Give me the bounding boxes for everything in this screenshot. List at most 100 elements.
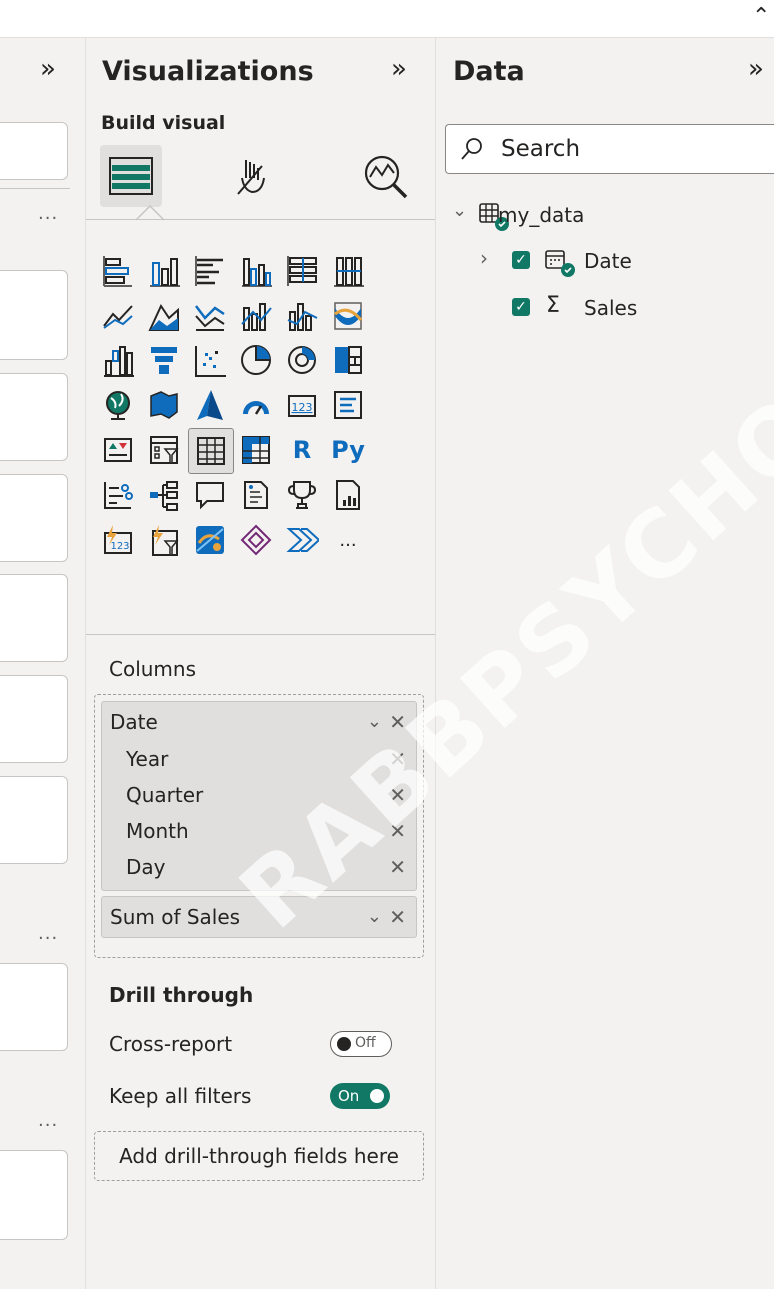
100-stacked-column-chart-icon[interactable] <box>328 250 368 290</box>
kpi-icon[interactable] <box>98 430 138 470</box>
svg-text:123: 123 <box>110 541 129 552</box>
arcgis-map-icon[interactable] <box>190 520 230 560</box>
power-automate-icon[interactable] <box>282 520 322 560</box>
clustered-bar-chart-icon[interactable] <box>190 250 230 290</box>
cross-report-toggle[interactable]: Off <box>330 1031 392 1057</box>
hierarchy-row[interactable]: Month ✕ <box>102 813 416 848</box>
scatter-chart-icon[interactable] <box>190 340 230 380</box>
analytics-icon[interactable] <box>362 153 410 201</box>
collapse-icon[interactable]: » <box>748 56 764 82</box>
toggle-state: Off <box>355 1035 376 1051</box>
smart-narrative-icon[interactable] <box>236 475 276 515</box>
expand-icon[interactable]: » <box>40 56 56 82</box>
map-icon[interactable] <box>98 385 138 425</box>
treemap-icon[interactable] <box>328 340 368 380</box>
table-visual-icon-selected[interactable] <box>188 428 234 474</box>
power-automate-card-icon[interactable]: 123 <box>98 520 138 560</box>
line-and-stacked-column-icon[interactable] <box>236 295 276 335</box>
slicer-icon[interactable] <box>144 430 184 470</box>
goals-icon[interactable] <box>282 475 322 515</box>
drill-through-drop-zone[interactable]: Add drill-through fields here <box>94 1131 424 1181</box>
date-field-row[interactable]: Date ⌄ ✕ <box>102 704 416 739</box>
checkbox-checked[interactable]: ✓ <box>512 251 530 269</box>
close-icon[interactable]: ✕ <box>389 710 406 734</box>
power-automate-slicer-icon[interactable] <box>144 520 184 560</box>
more-options-icon[interactable]: ... <box>38 203 58 224</box>
stacked-bar-chart-icon[interactable] <box>98 250 138 290</box>
more-visuals-icon[interactable]: ... <box>328 520 368 560</box>
filter-card[interactable] <box>0 675 68 763</box>
build-visual-tab[interactable] <box>100 145 162 207</box>
key-influencers-icon[interactable] <box>98 475 138 515</box>
hierarchy-row[interactable]: Year ✕ <box>102 741 416 776</box>
more-options-icon[interactable]: ... <box>38 1110 58 1131</box>
more-options-icon[interactable]: ... <box>38 923 58 944</box>
stacked-area-chart-icon[interactable] <box>190 295 230 335</box>
stacked-column-chart-icon[interactable] <box>144 250 184 290</box>
data-search-input[interactable]: Search <box>445 124 774 174</box>
field-row-sales[interactable]: ✓ Σ Sales <box>480 291 750 327</box>
clustered-column-chart-icon[interactable] <box>236 250 276 290</box>
table-row-my-data[interactable]: ⌄ my_data <box>450 198 750 234</box>
field-row-date[interactable]: › ✓ Date <box>480 244 750 280</box>
sigma-icon: Σ <box>546 293 560 318</box>
qa-visual-icon[interactable] <box>190 475 230 515</box>
filter-search-card[interactable] <box>0 122 68 180</box>
sum-field-row[interactable]: Sum of Sales ⌄ ✕ <box>102 899 416 934</box>
python-visual-icon[interactable]: Py <box>328 430 368 470</box>
columns-header: Columns <box>109 657 197 681</box>
chevron-down-icon[interactable]: ⌄ <box>367 906 382 927</box>
chevron-down-icon[interactable]: ⌄ <box>367 711 382 732</box>
close-icon[interactable]: ✕ <box>389 905 406 929</box>
filter-card[interactable] <box>0 963 68 1051</box>
hierarchy-row[interactable]: Day ✕ <box>102 849 416 884</box>
checkbox-checked[interactable]: ✓ <box>512 298 530 316</box>
keep-filters-toggle[interactable]: On <box>330 1083 390 1109</box>
funnel-icon[interactable] <box>144 340 184 380</box>
card-icon[interactable]: 123 <box>282 385 322 425</box>
chevron-right-icon[interactable]: › <box>480 246 488 270</box>
format-visual-icon[interactable] <box>232 156 272 200</box>
power-apps-icon[interactable] <box>236 520 276 560</box>
filter-card[interactable] <box>0 270 68 360</box>
close-icon[interactable]: ✕ <box>389 855 406 879</box>
close-icon[interactable]: ✕ <box>389 783 406 807</box>
divider <box>86 219 435 220</box>
date-field-pill[interactable]: Date ⌄ ✕ Year ✕ Quarter ✕ Month ✕ Day ✕ <box>101 701 417 891</box>
r-script-visual-icon[interactable]: R <box>282 430 322 470</box>
search-icon <box>461 138 482 160</box>
gauge-icon[interactable] <box>236 385 276 425</box>
build-visual-label: Build visual <box>101 112 226 134</box>
ribbon-chart-icon[interactable] <box>328 295 368 335</box>
pie-chart-icon[interactable] <box>236 340 276 380</box>
svg-text:123: 123 <box>292 401 313 414</box>
area-chart-icon[interactable] <box>144 295 184 335</box>
sum-of-sales-pill[interactable]: Sum of Sales ⌄ ✕ <box>101 896 417 938</box>
donut-chart-icon[interactable] <box>282 340 322 380</box>
paginated-report-icon[interactable] <box>328 475 368 515</box>
filter-card[interactable] <box>0 574 68 662</box>
azure-map-icon[interactable] <box>190 385 230 425</box>
close-icon[interactable]: ✕ <box>389 819 406 843</box>
pane-title: Visualizations <box>102 56 314 87</box>
matrix-icon[interactable] <box>236 430 276 470</box>
filled-map-icon[interactable] <box>144 385 184 425</box>
line-chart-icon[interactable] <box>98 295 138 335</box>
filter-card[interactable] <box>0 474 68 562</box>
chevron-down-icon[interactable]: ⌄ <box>452 200 467 221</box>
hierarchy-row[interactable]: Quarter ✕ <box>102 777 416 812</box>
decomposition-tree-icon[interactable] <box>144 475 184 515</box>
multi-row-card-icon[interactable] <box>328 385 368 425</box>
waterfall-chart-icon[interactable] <box>98 340 138 380</box>
collapse-icon[interactable]: » <box>391 56 407 82</box>
filter-card[interactable] <box>0 373 68 461</box>
filter-card[interactable] <box>0 1150 68 1240</box>
close-icon[interactable]: ✕ <box>389 747 406 771</box>
100-stacked-bar-chart-icon[interactable] <box>282 250 322 290</box>
pane-title: Data <box>453 56 525 87</box>
chevron-up-icon[interactable]: ⌃ <box>752 4 770 29</box>
line-and-clustered-column-icon[interactable] <box>282 295 322 335</box>
columns-drop-zone[interactable]: Date ⌄ ✕ Year ✕ Quarter ✕ Month ✕ Day ✕ <box>94 694 424 958</box>
table-fields-icon <box>109 157 153 195</box>
filter-card[interactable] <box>0 776 68 864</box>
